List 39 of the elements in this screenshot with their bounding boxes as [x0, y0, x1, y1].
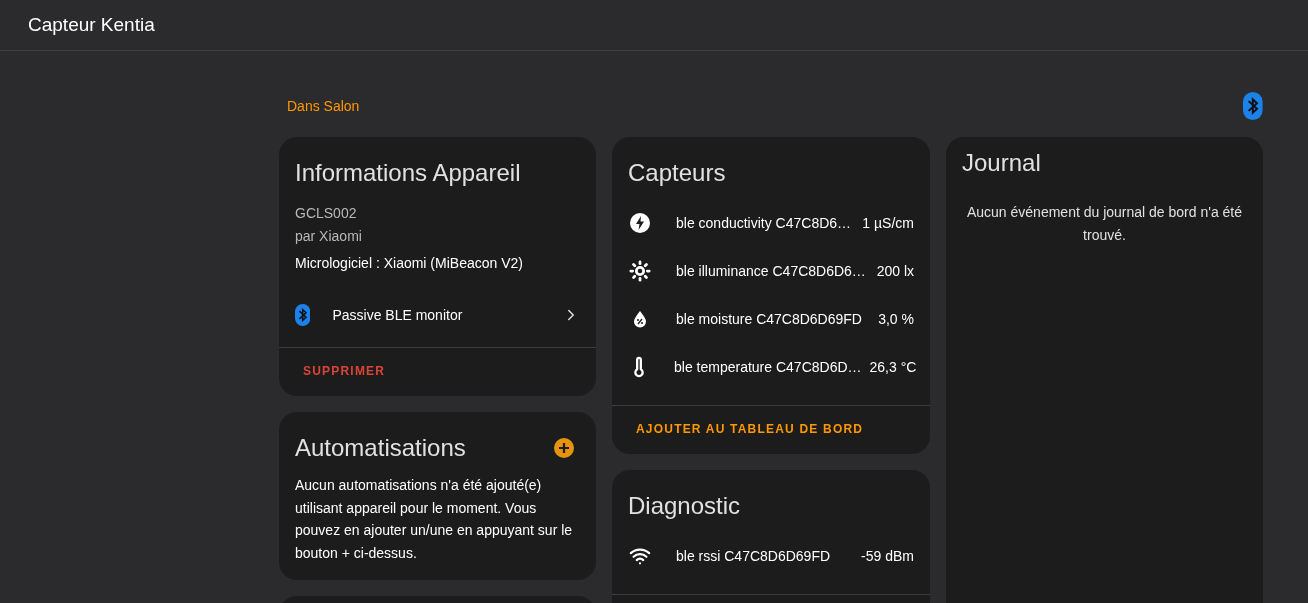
device-model: GCLS002 [295, 205, 358, 221]
entity-name: ble moisture C47C8D6D69FD [676, 311, 863, 327]
water-percent-icon [633, 310, 647, 328]
add-button[interactable] [554, 438, 574, 458]
entity-value: -59 dBm [861, 548, 914, 564]
brightness-icon [629, 260, 651, 282]
bluetooth-icon [295, 304, 311, 326]
empty-message: Aucun événement du journal de bord n'a été trouvé. [965, 203, 1244, 245]
entity-row[interactable]: ble illuminance C47C8D6D6… 200 lx [612, 247, 930, 295]
entity-name: ble conductivity C47C8D6… [676, 215, 853, 231]
delete-button[interactable]: SUPPRIMER [295, 356, 394, 386]
empty-message: Aucun automatisations n'a été ajouté(e) utilisant appareil pour le moment. Vous pouvez en ajouter un/une en appuyant sur le bouton + ci-dessus. [294, 476, 574, 563]
page-title: Capteur Kentia [28, 14, 155, 36]
integration-row[interactable]: Passive BLE monitor [279, 291, 596, 339]
entity-row[interactable]: ble conductivity C47C8D6… 1 µS/cm [612, 199, 930, 247]
card-title: Diagnostic [627, 491, 742, 520]
entity-value: 200 lx [876, 263, 914, 279]
card-title: Automatisations [295, 434, 466, 462]
wifi-icon [629, 545, 651, 567]
firmware-text: Micrologiciel : Xiaomi (MiBeacon V2) [295, 255, 524, 271]
plus-icon [558, 442, 570, 454]
entity-name: ble illuminance C47C8D6D6… [676, 263, 867, 279]
add-to-dashboard-button[interactable]: AJOUTER AU TABLEAU DE BORD [628, 414, 872, 444]
area-link[interactable]: Dans Salon [287, 98, 360, 114]
entity-row[interactable]: ble moisture C47C8D6D69FD 3,0 % [612, 295, 930, 343]
entity-name: ble temperature C47C8D6D… [674, 359, 862, 375]
integration-label: Passive BLE monitor [332, 307, 464, 323]
entity-value: 26,3 °C [869, 359, 917, 375]
entity-value: 3,0 % [878, 311, 914, 327]
lightning-icon [630, 213, 650, 233]
bluetooth-icon [1243, 92, 1263, 120]
card-title: Informations Appareil [294, 158, 522, 187]
entity-name: ble rssi C47C8D6D69FD [676, 548, 832, 564]
entity-value: 1 µS/cm [862, 215, 914, 231]
entity-row[interactable]: ble temperature C47C8D6D… 26,3 °C [612, 343, 930, 391]
entity-row[interactable]: ble rssi C47C8D6D69FD -59 dBm [612, 532, 930, 580]
card-title: Journal [961, 148, 1042, 177]
device-manufacturer: par Xiaomi [295, 228, 363, 244]
card-title: Capteurs [627, 158, 727, 187]
